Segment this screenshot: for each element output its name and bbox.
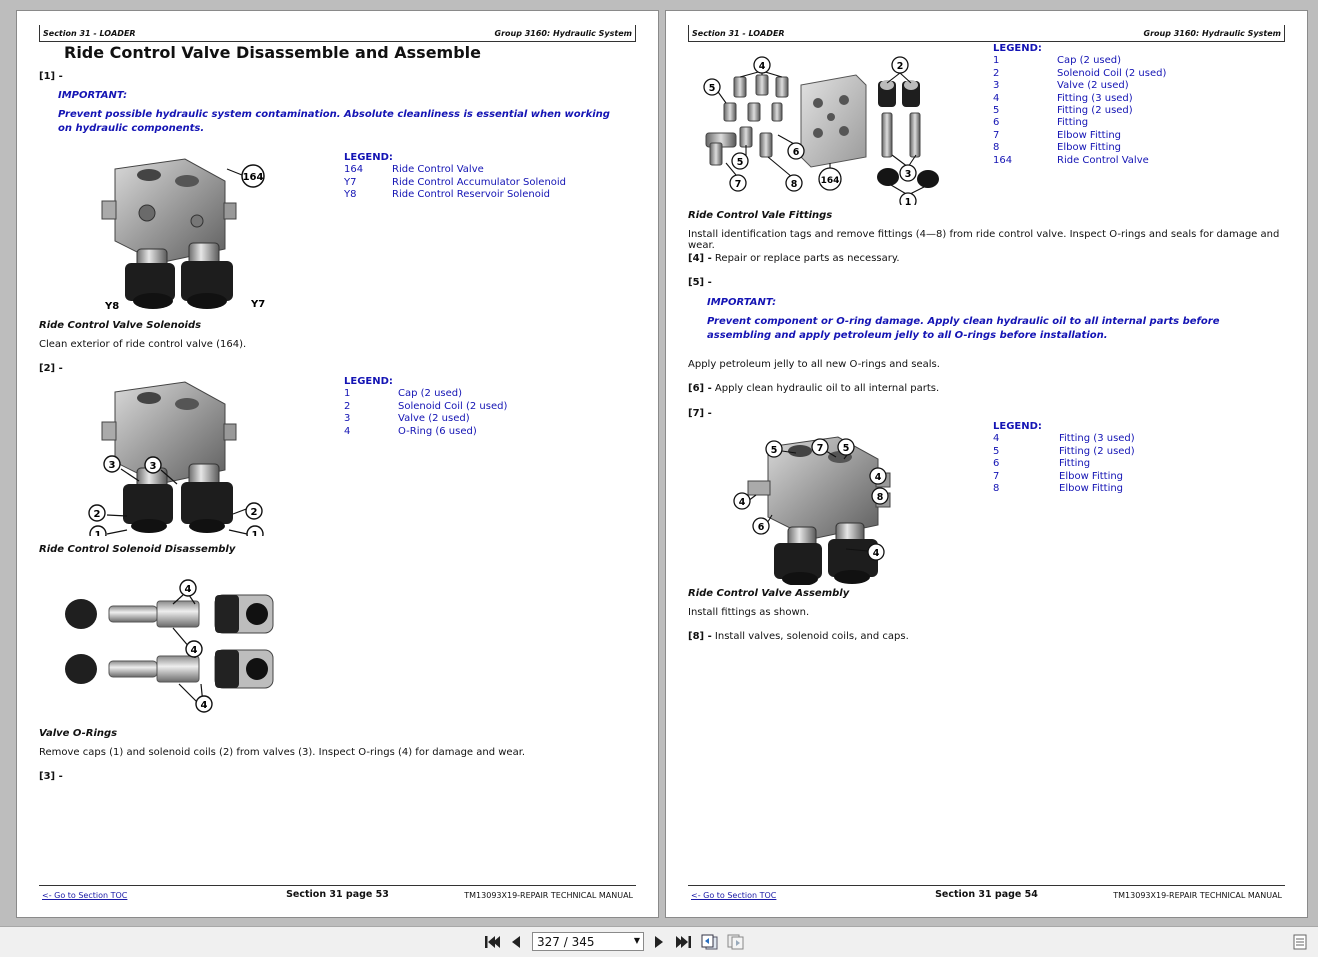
callout-4c: 4 xyxy=(201,700,208,711)
page-footer: <- Go to Section TOC Section 31 page 53 … xyxy=(39,885,636,903)
instruction-text: Install identification tags and remove f… xyxy=(688,229,1280,251)
valve-assembly-figure: 5 7 5 4 8 4 6 4 xyxy=(733,436,891,585)
callout-3b: 3 xyxy=(150,461,157,472)
page-title: Ride Control Valve Disassemble and Assem… xyxy=(64,43,481,62)
callout-7: 7 xyxy=(735,179,742,190)
callout-8: 8 xyxy=(877,492,884,503)
callout-7: 7 xyxy=(817,443,824,454)
callout-2b: 2 xyxy=(251,507,258,518)
callout-4b: 4 xyxy=(191,645,198,656)
legend-2: LEGEND: 4 Fitting (3 used) 5 Fitting (2 us… xyxy=(993,421,1135,495)
two-page-view-icon[interactable] xyxy=(727,934,745,950)
callout-164: 164 xyxy=(243,172,264,183)
important-label: IMPORTANT: xyxy=(707,297,777,308)
header-group: Group 3160: Hydraulic System xyxy=(1143,29,1281,38)
legend-2: LEGEND: 1 Cap (2 used) 2 Solenoid Coil (2 … xyxy=(344,376,508,437)
ride-control-valve-figure: 164 Y8 Y7 xyxy=(101,158,265,311)
viewer-toolbar: 327 / 345 ▼ xyxy=(0,926,1318,957)
step-5: [5] - xyxy=(688,277,712,288)
figure-caption: Ride Control Solenoid Disassembly xyxy=(39,544,236,555)
step-4: [4] - Repair or replace parts as necessa… xyxy=(688,253,900,264)
callout-y7: Y7 xyxy=(250,299,265,310)
callout-y8: Y8 xyxy=(104,301,119,311)
page-header: Section 31 - LOADER Group 3160: Hydrauli… xyxy=(688,25,1285,42)
callout-5a: 5 xyxy=(771,445,778,456)
page-number-select[interactable]: 327 / 345 ▼ xyxy=(532,932,644,951)
callout-6: 6 xyxy=(758,522,765,533)
callout-164: 164 xyxy=(821,176,840,186)
valve-orings-figure: 4 4 4 xyxy=(65,579,274,713)
callout-2a: 2 xyxy=(94,509,101,520)
left-page: Section 31 - LOADER Group 3160: Hydrauli… xyxy=(16,10,659,918)
callout-5b: 5 xyxy=(843,443,850,454)
single-page-view-icon[interactable] xyxy=(701,934,719,950)
page-header: Section 31 - LOADER Group 3160: Hydrauli… xyxy=(39,25,636,42)
legend-title: LEGEND: xyxy=(344,152,393,163)
callout-4: 4 xyxy=(759,61,766,72)
legend-title: LEGEND: xyxy=(993,421,1042,432)
figure-caption: Ride Control Vale Fittings xyxy=(688,210,833,221)
callout-1a: 1 xyxy=(95,530,102,536)
legend-1: LEGEND: 164 Ride Control Valve Y7 Ride Con… xyxy=(344,152,567,201)
page-indicator: 327 / 345 xyxy=(537,935,595,949)
callout-4a: 4 xyxy=(875,472,882,483)
figure-caption: Ride Control Valve Assembly xyxy=(688,588,850,599)
step-8: [8] - Install valves, solenoid coils, an… xyxy=(688,631,909,642)
callout-6: 6 xyxy=(793,147,800,158)
solenoid-disassembly-figure: 3 3 2 2 1 1 xyxy=(88,381,264,536)
figure-caption: Ride Control Valve Solenoids xyxy=(39,320,202,331)
callout-5a: 5 xyxy=(709,83,716,94)
callout-3: 3 xyxy=(905,169,912,180)
page-footer: <- Go to Section TOC Section 31 page 54 … xyxy=(688,885,1285,903)
callout-4a: 4 xyxy=(185,584,192,595)
header-section: Section 31 - LOADER xyxy=(43,29,136,38)
important-text: Prevent component or O-ring damage. Appl… xyxy=(707,316,1220,341)
valve-fittings-figure: 4 5 6 5 7 8 164 2 3 1 xyxy=(703,56,939,205)
last-page-icon[interactable] xyxy=(675,934,693,950)
step-2: [2] - xyxy=(39,363,63,374)
instruction-text: Install fittings as shown. xyxy=(688,607,810,618)
instruction-text: Apply petroleum jelly to all new O-rings… xyxy=(688,359,940,370)
step-6: [6] - Apply clean hydraulic oil to all i… xyxy=(688,383,940,394)
legend-title: LEGEND: xyxy=(993,43,1042,54)
step-1: [1] - xyxy=(39,71,63,82)
next-page-icon[interactable] xyxy=(650,934,668,950)
callout-4b: 4 xyxy=(739,497,746,508)
chevron-down-icon: ▼ xyxy=(633,936,640,945)
right-page: Section 31 - LOADER Group 3160: Hydrauli… xyxy=(665,10,1308,918)
footer-manual-title: TM13093X19-REPAIR TECHNICAL MANUAL xyxy=(464,891,633,900)
instruction-text: Remove caps (1) and solenoid coils (2) f… xyxy=(39,747,526,758)
legend-1: LEGEND: 1 Cap (2 used) 2 Solenoid Coil (2 … xyxy=(993,43,1167,166)
callout-5b: 5 xyxy=(737,157,744,168)
important-label: IMPORTANT: xyxy=(58,90,128,101)
first-page-icon[interactable] xyxy=(483,934,501,950)
callout-1: 1 xyxy=(905,197,912,205)
header-section: Section 31 - LOADER xyxy=(692,29,785,38)
callout-2: 2 xyxy=(897,61,904,72)
header-group: Group 3160: Hydraulic System xyxy=(494,29,632,38)
instruction-text: Clean exterior of ride control valve (16… xyxy=(39,339,247,350)
callout-3a: 3 xyxy=(109,460,116,471)
prev-page-icon[interactable] xyxy=(508,934,526,950)
step-3: [3] - xyxy=(39,771,63,782)
legend-title: LEGEND: xyxy=(344,376,393,387)
sidebar-toggle-icon[interactable] xyxy=(1292,934,1310,950)
callout-4c: 4 xyxy=(873,548,880,559)
callout-1b: 1 xyxy=(252,530,259,536)
step-7: [7] - xyxy=(688,408,712,419)
important-text: Prevent possible hydraulic system contam… xyxy=(58,109,610,134)
callout-8: 8 xyxy=(791,179,798,190)
footer-manual-title: TM13093X19-REPAIR TECHNICAL MANUAL xyxy=(1113,891,1282,900)
figure-caption: Valve O-Rings xyxy=(39,728,118,739)
